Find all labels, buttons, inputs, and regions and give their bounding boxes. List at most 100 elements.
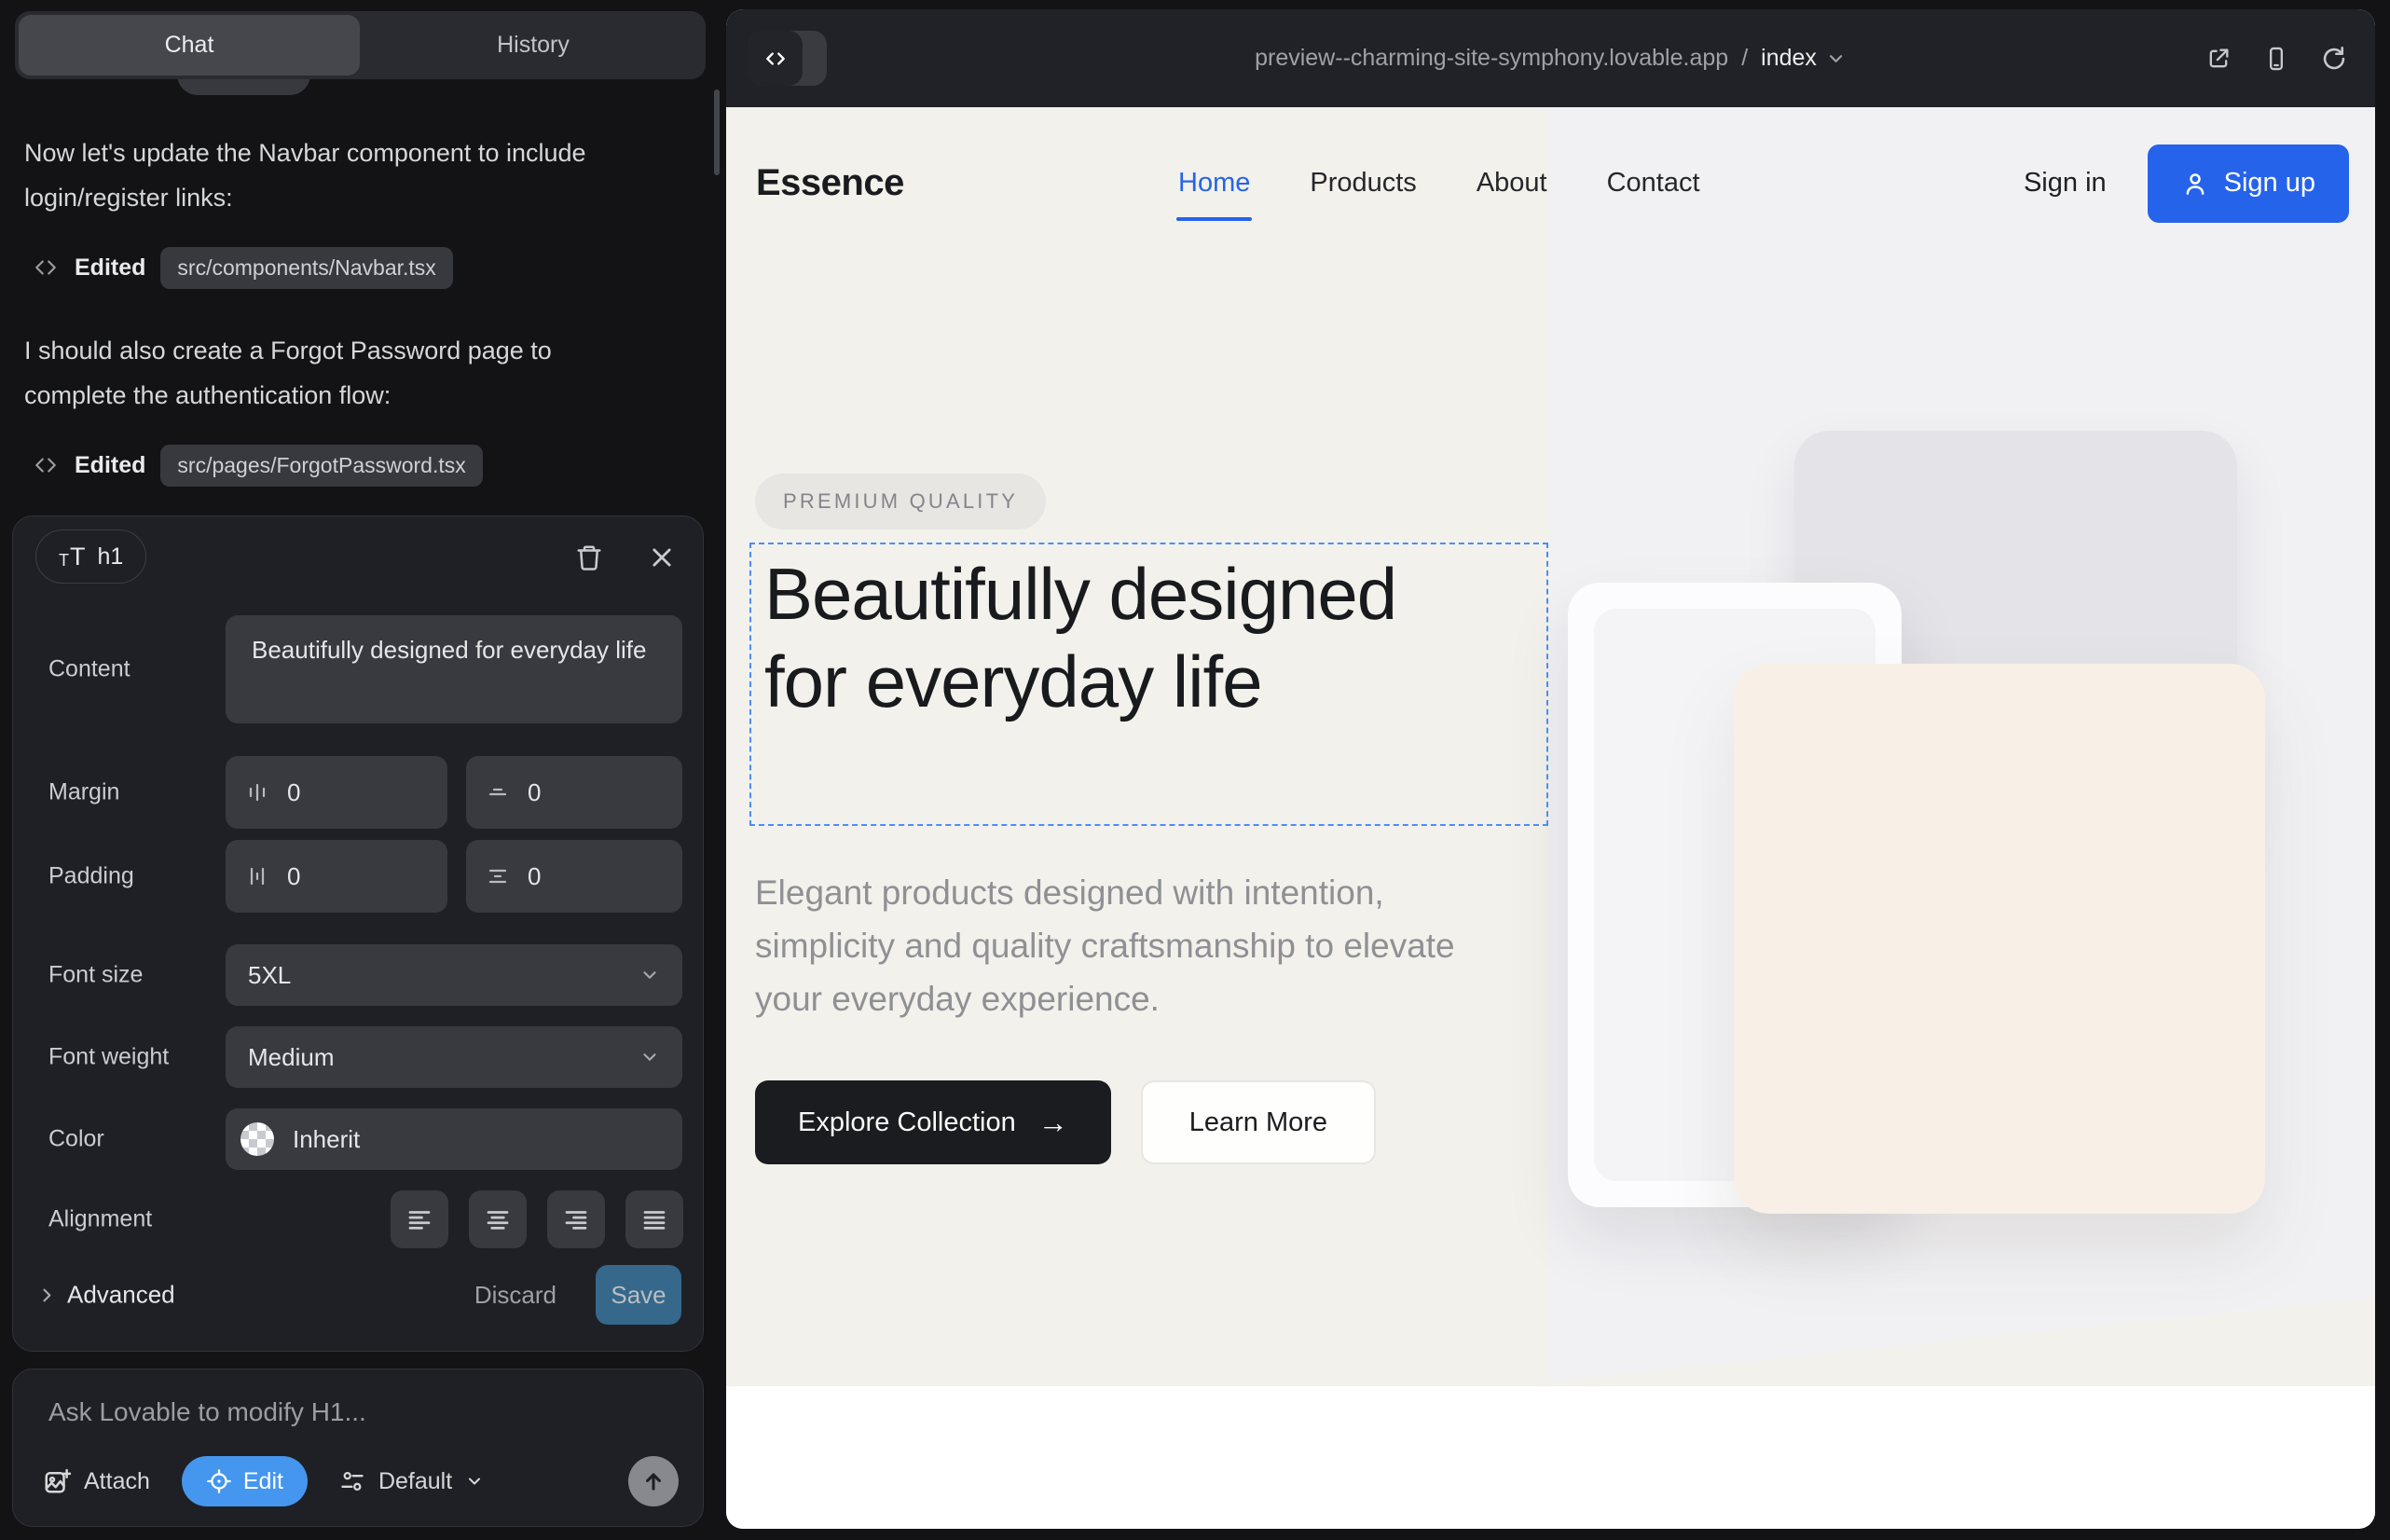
open-external-button[interactable] bbox=[2205, 46, 2232, 72]
attach-label: Attach bbox=[84, 1468, 150, 1495]
align-center-button[interactable] bbox=[469, 1190, 527, 1248]
edit-mode-button[interactable]: Edit bbox=[182, 1456, 308, 1506]
nav-link-home[interactable]: Home bbox=[1178, 168, 1250, 199]
mobile-view-button[interactable] bbox=[2263, 46, 2289, 72]
font-size-row: Font size 5XL bbox=[13, 944, 703, 1006]
padding-x-input[interactable]: 0 bbox=[226, 840, 447, 913]
prompt-composer: Ask Lovable to modify H1... Attach Edit … bbox=[12, 1368, 704, 1527]
font-weight-row: Font weight Medium bbox=[13, 1026, 703, 1088]
mode-selector[interactable]: Default bbox=[339, 1468, 484, 1495]
explore-collection-button[interactable]: Explore Collection → bbox=[755, 1080, 1111, 1164]
sign-in-button[interactable]: Sign in bbox=[2024, 168, 2107, 199]
chat-history-tabbar: Chat History bbox=[15, 11, 706, 79]
align-justify-button[interactable] bbox=[625, 1190, 683, 1248]
nav-link-contact[interactable]: Contact bbox=[1607, 168, 1700, 199]
browser-actions bbox=[2205, 9, 2347, 107]
font-weight-select[interactable]: Medium bbox=[226, 1026, 682, 1088]
site-nav-links: Home Products About Contact bbox=[1178, 107, 1700, 259]
element-editor-panel: TT h1 Content Beautifully designed for e… bbox=[12, 516, 704, 1352]
advanced-label: Advanced bbox=[67, 1281, 175, 1310]
hero-description: Elegant products designed with intention… bbox=[755, 866, 1510, 1025]
selected-element-tag: TT h1 bbox=[35, 529, 146, 584]
trash-icon bbox=[575, 543, 603, 571]
color-row: Color Inherit bbox=[13, 1108, 703, 1170]
arrow-right-icon: → bbox=[1038, 1107, 1068, 1137]
edited-label: Edited bbox=[75, 452, 145, 479]
save-button[interactable]: Save bbox=[596, 1265, 681, 1325]
padding-y-input[interactable]: 0 bbox=[466, 840, 682, 913]
margin-x-input[interactable]: 0 bbox=[226, 756, 447, 829]
site-navbar: Essence Home Products About Contact Sign… bbox=[726, 107, 2375, 259]
browser-topbar: preview--charming-site-symphony.lovable.… bbox=[726, 9, 2375, 107]
color-label: Color bbox=[48, 1126, 104, 1153]
font-size-label: Font size bbox=[48, 962, 143, 989]
padding-x-icon bbox=[246, 865, 268, 887]
chat-scrollbar[interactable] bbox=[714, 89, 720, 175]
send-button[interactable] bbox=[628, 1456, 679, 1506]
close-editor-button[interactable] bbox=[645, 541, 679, 574]
padding-y-value: 0 bbox=[528, 862, 541, 891]
tab-chat[interactable]: Chat bbox=[19, 15, 360, 76]
alignment-options bbox=[391, 1190, 683, 1248]
nav-link-about[interactable]: About bbox=[1477, 168, 1547, 199]
padding-y-icon bbox=[487, 865, 509, 887]
tag-name: h1 bbox=[98, 543, 124, 571]
edited-file-row: Edited src/components/Navbar.tsx bbox=[32, 246, 636, 289]
editor-footer: Advanced Discard Save bbox=[13, 1264, 703, 1326]
refresh-button[interactable] bbox=[2321, 46, 2347, 72]
padding-label: Padding bbox=[48, 863, 134, 890]
url-bar[interactable]: preview--charming-site-symphony.lovable.… bbox=[1255, 9, 1847, 107]
composer-toolbar: Attach Edit Default bbox=[43, 1455, 679, 1507]
chevron-down-icon bbox=[639, 965, 660, 985]
font-weight-label: Font weight bbox=[48, 1044, 169, 1071]
margin-y-icon bbox=[487, 781, 509, 804]
file-chip[interactable]: src/pages/ForgotPassword.tsx bbox=[160, 445, 482, 487]
tab-history[interactable]: History bbox=[361, 11, 706, 79]
url-host: preview--charming-site-symphony.lovable.… bbox=[1255, 45, 1728, 72]
delete-element-button[interactable] bbox=[572, 541, 606, 574]
sign-up-label: Sign up bbox=[2224, 168, 2315, 199]
user-icon bbox=[2181, 170, 2209, 198]
type-icon: TT bbox=[59, 544, 86, 570]
alignment-label: Alignment bbox=[48, 1206, 152, 1233]
margin-row: Margin 0 0 bbox=[13, 756, 703, 829]
learn-more-button[interactable]: Learn More bbox=[1141, 1080, 1376, 1164]
chevron-down-icon bbox=[639, 1047, 660, 1067]
file-chip[interactable]: src/components/Navbar.tsx bbox=[160, 247, 452, 289]
align-right-button[interactable] bbox=[547, 1190, 605, 1248]
element-selection-outline[interactable]: Beautifully designed for everyday life bbox=[749, 543, 1548, 826]
content-label: Content bbox=[48, 656, 130, 683]
chat-message: Now let's update the Navbar component to… bbox=[24, 131, 636, 220]
discard-button[interactable]: Discard bbox=[474, 1281, 556, 1310]
preview-browser-frame: preview--charming-site-symphony.lovable.… bbox=[726, 9, 2375, 1529]
hero-section: Essence Home Products About Contact Sign… bbox=[726, 107, 2375, 1386]
align-left-button[interactable] bbox=[391, 1190, 448, 1248]
hero-badge: PREMIUM QUALITY bbox=[755, 474, 1046, 529]
color-value: Inherit bbox=[293, 1125, 360, 1154]
margin-y-input[interactable]: 0 bbox=[466, 756, 682, 829]
chevron-down-icon bbox=[1826, 48, 1847, 69]
hero-headline[interactable]: Beautifully designed for everyday life bbox=[764, 550, 1473, 725]
nav-link-products[interactable]: Products bbox=[1310, 168, 1416, 199]
attach-button[interactable]: Attach bbox=[43, 1467, 150, 1495]
color-select[interactable]: Inherit bbox=[226, 1108, 682, 1170]
code-preview-toggle[interactable] bbox=[749, 31, 827, 86]
hero-cta-row: Explore Collection → Learn More bbox=[755, 1080, 1376, 1164]
code-toggle-segment[interactable] bbox=[749, 31, 803, 86]
composer-input[interactable]: Ask Lovable to modify H1... bbox=[48, 1397, 366, 1427]
sign-up-button[interactable]: Sign up bbox=[2148, 144, 2349, 223]
nav-link-home-label: Home bbox=[1178, 168, 1250, 198]
alignment-row: Alignment bbox=[13, 1190, 703, 1248]
code-icon bbox=[32, 255, 60, 280]
chevron-right-icon bbox=[37, 1286, 56, 1304]
chevron-down-icon bbox=[465, 1472, 484, 1491]
font-size-select[interactable]: 5XL bbox=[226, 944, 682, 1006]
site-logo[interactable]: Essence bbox=[756, 107, 904, 259]
align-right-icon bbox=[562, 1205, 590, 1233]
explore-collection-label: Explore Collection bbox=[798, 1107, 1016, 1138]
tab-chat-label: Chat bbox=[165, 32, 214, 59]
margin-label: Margin bbox=[48, 779, 119, 806]
content-input[interactable]: Beautifully designed for everyday life bbox=[226, 615, 682, 723]
advanced-toggle[interactable]: Advanced bbox=[37, 1281, 175, 1310]
chat-message-list: Now let's update the Navbar component to… bbox=[24, 131, 636, 526]
